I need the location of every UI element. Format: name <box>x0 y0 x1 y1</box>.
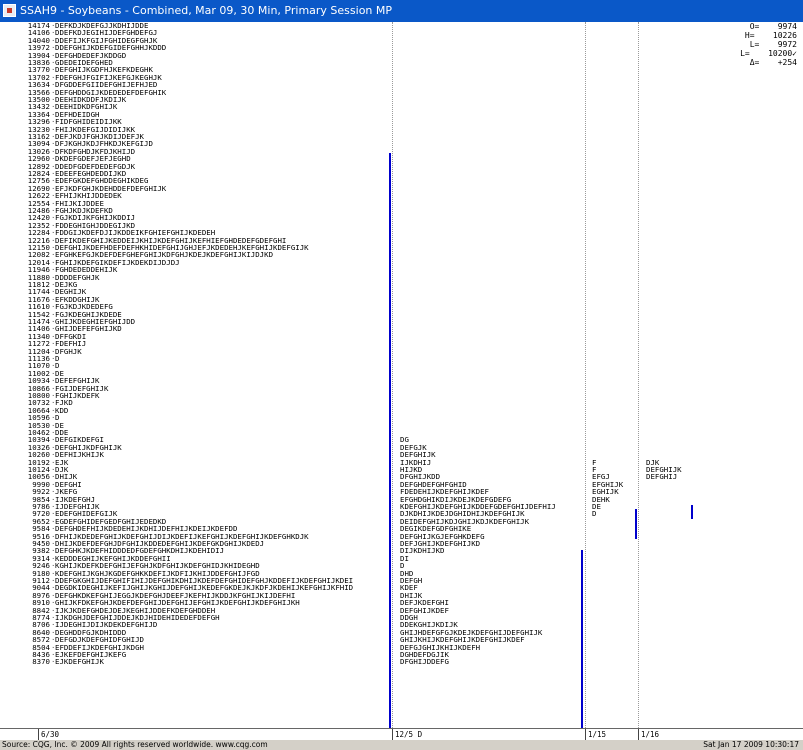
column-divider <box>392 22 393 728</box>
tpo-letters: EJKDEFGHIJK <box>55 657 104 667</box>
tpo-letters: EFGHDGHIKDIJKDEJKDEFGDEFG <box>400 495 512 503</box>
tpo-letters: DEFGHIJKDEF <box>400 606 449 614</box>
tpo-letters: FDEDEHIJKDEFGHIJKDEF <box>400 488 489 496</box>
tpo-letters: DGHDEFDGJIK <box>400 651 449 659</box>
summary-last: L= 10200✓ <box>740 49 797 58</box>
source-notice: Source: CQG, Inc. © 2009 All rights rese… <box>2 740 268 749</box>
tpo-letters: HIJKD <box>400 466 423 474</box>
tpo-letters: DHIJK <box>400 591 423 600</box>
tpo-letters: KDEFGHIJKDEFGHIJKDDEFGDEFGHIJDEFHIJ <box>400 503 556 511</box>
tpo-letters: DIJKDHIJKD <box>400 547 445 555</box>
tpo-letters: F <box>592 466 597 474</box>
tpo-letters: DEGIKDEFGDFGHIKE <box>400 525 472 533</box>
value-area-line <box>389 153 391 728</box>
value-area-line <box>691 505 693 519</box>
tpo-letters: DI <box>400 554 409 563</box>
tpo-letters: DEFJKDEFGHI <box>400 599 449 607</box>
value-area-line <box>581 550 583 728</box>
tpo-letters: F <box>592 458 597 466</box>
tpo-letters: D <box>400 562 405 570</box>
price-label: 8370 <box>32 657 50 667</box>
tpo-letters: GHIJHDEFGFGJKDEJKDEFGHIJDEFGHIJK <box>400 628 543 637</box>
tpo-letters: DEFGH <box>400 577 423 585</box>
tpo-letters: EFGJ <box>592 473 610 481</box>
summary-high: H= 10226 <box>744 31 797 40</box>
tpo-letters: D <box>592 510 597 518</box>
tpo-letters: DFGHJK <box>55 346 82 356</box>
tpo-letters: DEFGJGHIJKHIJKDEFH <box>400 643 481 651</box>
tpo-letters: DEHK <box>592 495 610 503</box>
tpo-letters: DG <box>400 436 409 444</box>
tpo-letters: EGHIJK <box>592 488 619 496</box>
tpo-letters: DEFGJK <box>400 443 427 452</box>
title-bar: SSAH9 - Soybeans - Combined, Mar 09, 30 … <box>0 0 803 22</box>
tpo-letters: DEFGHDEFGHFGHID <box>400 480 467 489</box>
tpo-letters: DEIDEFGHIJKDJGHIJKDJKDEFGHIJK <box>400 517 530 526</box>
tpo-letters: DEFGHIJ <box>646 473 678 481</box>
column-divider <box>638 22 639 728</box>
summary-low: L= 9972 <box>749 40 797 49</box>
tpo-letters: IJKDHIJ <box>400 458 432 466</box>
tpo-letters: DEFGHIJK <box>400 451 436 459</box>
profile-row: 8370 · EJKDEFGHIJK <box>0 657 390 667</box>
tpo-letters: DDGH <box>400 614 418 622</box>
summary-change: Δ= +254 <box>749 58 797 67</box>
tpo-letters: DHD <box>400 569 414 577</box>
tpo-letters: EFGHIJK <box>592 480 624 489</box>
tpo-letters: DFGHIJKDD <box>400 473 441 481</box>
tpo-letters: DEFGHIJK <box>646 466 682 474</box>
tpo-letters: DFGHIJDDEFG <box>400 658 449 666</box>
tpo-letters: DJK <box>646 458 660 466</box>
market-profile-chart[interactable]: 14174 · DEFKDJKDEFGJJKDHIJDDE 14106 · DDEFKDJ… <box>0 22 803 728</box>
tpo-letters: DE <box>592 503 601 511</box>
tpo-letters: GHIJKHIJKDEFGHIJKDEFGHIJKDEF <box>400 636 525 644</box>
tpo-letters: KDEF <box>400 584 418 592</box>
app-icon <box>3 4 16 17</box>
summary-box: O= 9974 H= 10226 L= 9972 L= 10200✓ Δ= +254 <box>740 22 797 67</box>
status-bar: Source: CQG, Inc. © 2009 All rights rese… <box>0 740 803 750</box>
tpo-letters: DJKDHIJKDEJDGHIDHIJKDEFGHIJK <box>400 510 525 518</box>
tpo-letters: DEFJGHIJKDEFGHIJKD <box>400 540 481 548</box>
window-title: SSAH9 - Soybeans - Combined, Mar 09, 30 … <box>20 4 393 17</box>
tpo-letters: DDEKGHIJKDIJK <box>400 621 458 629</box>
value-area-line <box>635 509 637 539</box>
summary-open: O= 9974 <box>749 22 797 31</box>
status-datetime: Sat Jan 17 2009 10:30:17 <box>703 740 799 749</box>
tpo-letters: DEFGHIJKGJEFGHKDEFG <box>400 532 485 540</box>
column-divider <box>585 22 586 728</box>
